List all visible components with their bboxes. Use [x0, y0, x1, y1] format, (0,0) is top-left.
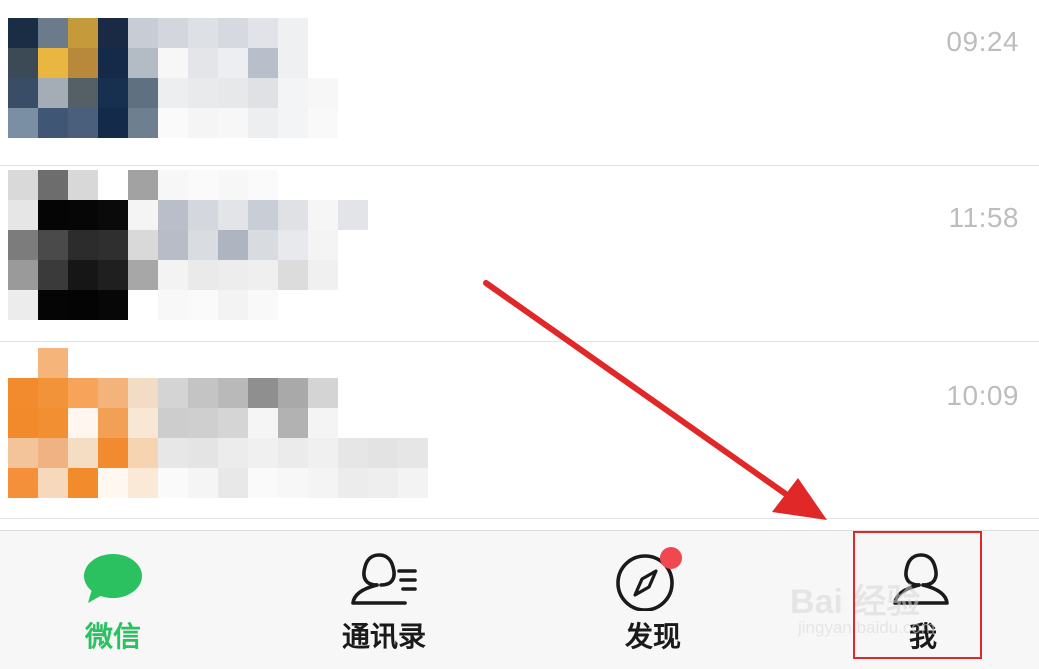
tab-chats[interactable]: 微信	[23, 531, 203, 669]
chat-timestamp: 09:24	[946, 26, 1019, 57]
blurred-avatar	[8, 170, 428, 320]
notification-badge	[660, 547, 682, 569]
tab-label: 通讯录	[341, 620, 426, 653]
tab-label: 发现	[624, 620, 681, 653]
compass-icon	[613, 545, 693, 615]
bottom-tab-bar: 微信 通讯录 发现 我	[0, 530, 1039, 669]
blurred-avatar	[8, 348, 428, 498]
person-icon	[893, 551, 953, 611]
contacts-icon	[349, 551, 419, 611]
chat-row[interactable]: 09:24	[0, 0, 1039, 166]
chat-bubble-icon	[82, 553, 144, 609]
chat-row[interactable]: 10:09	[0, 342, 1039, 518]
row-divider	[0, 518, 1039, 519]
tab-contacts[interactable]: 通讯录	[294, 531, 474, 669]
chat-timestamp: 11:58	[948, 202, 1019, 233]
tab-discover[interactable]: 发现	[563, 531, 743, 669]
blurred-avatar	[8, 18, 428, 138]
tab-label: 微信	[84, 620, 141, 653]
chat-row[interactable]: 11:58	[0, 166, 1039, 342]
chat-timestamp: 10:09	[946, 380, 1019, 411]
tab-me[interactable]: 我	[833, 531, 1013, 669]
tab-label: 我	[908, 620, 937, 653]
